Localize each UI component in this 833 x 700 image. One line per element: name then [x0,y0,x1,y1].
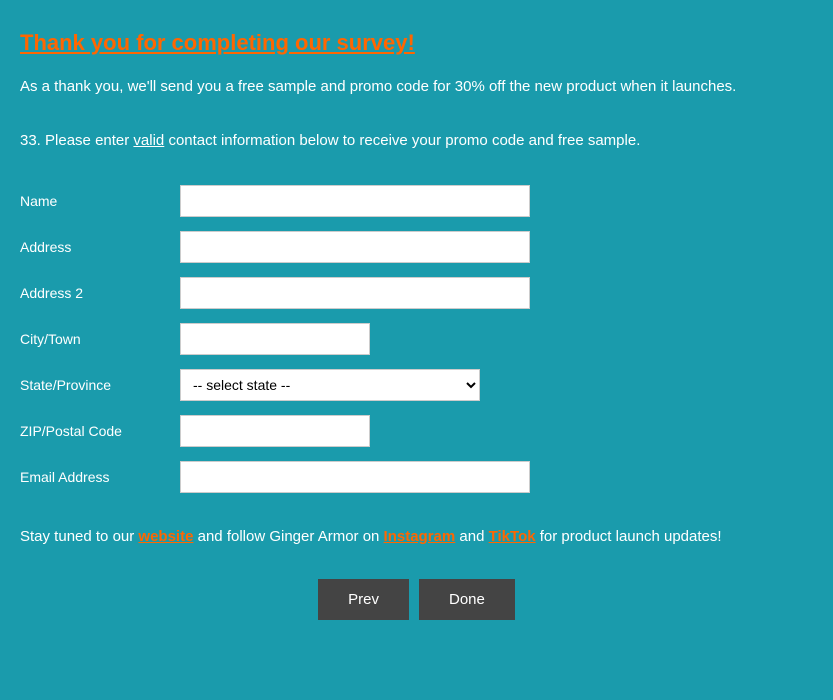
footer-text-after: for product launch updates! [536,528,722,545]
address-input[interactable] [180,231,530,263]
address2-label: Address 2 [20,275,180,311]
state-label: State/Province [20,367,180,403]
name-input[interactable] [180,185,530,217]
zip-row: ZIP/Postal Code [20,413,813,449]
tiktok-link[interactable]: TikTok [489,528,536,545]
city-label: City/Town [20,321,180,357]
footer-text: Stay tuned to our website and follow Gin… [20,525,813,549]
question-underlined: valid [133,132,164,149]
name-label: Name [20,183,180,219]
question-text-before: Please enter [45,132,133,149]
footer-text-middle: and follow Ginger Armor on [193,528,383,545]
intro-text: As a thank you, we'll send you a free sa… [20,76,813,99]
email-input[interactable] [180,461,530,493]
name-row: Name [20,183,813,219]
question-number: 33. [20,132,41,149]
done-button[interactable]: Done [419,579,515,620]
address-row: Address [20,229,813,265]
prev-button[interactable]: Prev [318,579,409,620]
contact-form: Name Address Address 2 City/Town State/P… [20,173,813,505]
thank-you-heading: Thank you for completing our survey! [20,30,415,56]
footer-text-and: and [455,528,488,545]
state-select[interactable]: -- select state --AlabamaAlaskaArizonaAr… [180,369,480,401]
city-input[interactable] [180,323,370,355]
question-label: 33. Please enter valid contact informati… [20,129,813,153]
website-link[interactable]: website [138,528,193,545]
address-label: Address [20,229,180,265]
question-text-after: contact information below to receive you… [164,132,640,149]
email-row: Email Address [20,459,813,495]
zip-label: ZIP/Postal Code [20,413,180,449]
address2-input[interactable] [180,277,530,309]
address2-row: Address 2 [20,275,813,311]
city-row: City/Town [20,321,813,357]
button-row: Prev Done [20,579,813,620]
state-row: State/Province -- select state --Alabama… [20,367,813,403]
instagram-link[interactable]: Instagram [384,528,456,545]
zip-input[interactable] [180,415,370,447]
footer-text-before: Stay tuned to our [20,528,138,545]
email-label: Email Address [20,459,180,495]
